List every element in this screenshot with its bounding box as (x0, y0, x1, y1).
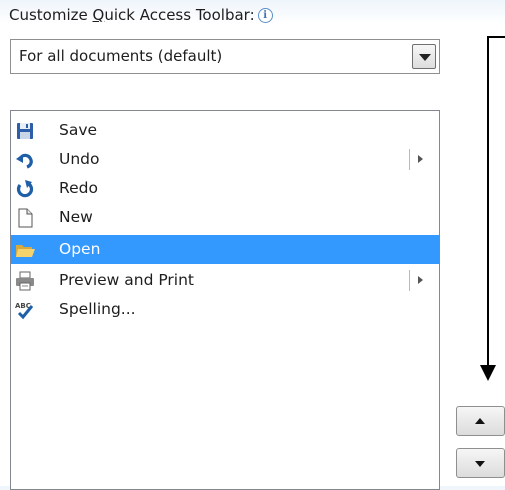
list-item-undo[interactable]: Undo (11, 145, 439, 174)
annotation-line-top (487, 36, 505, 38)
label-prefix: Customize (9, 6, 93, 24)
list-item-label: Undo (59, 150, 100, 168)
list-item-label: Preview and Print (59, 271, 195, 289)
move-up-button[interactable] (456, 406, 505, 436)
redo-icon (16, 180, 34, 198)
list-item-spelling[interactable]: ABC Spelling... (11, 295, 439, 324)
submenu-arrow-icon[interactable] (409, 149, 430, 170)
label-accelerator: Q (92, 6, 105, 24)
new-document-icon (18, 208, 33, 228)
annotation-arrow-line (487, 36, 489, 373)
toolbar-customize-label: Customize Quick Access Toolbar: i (9, 4, 273, 26)
spelling-icon: ABC (15, 302, 34, 320)
list-item-save[interactable]: Save (11, 116, 439, 145)
scope-dropdown-value: For all documents (default) (19, 47, 223, 65)
chevron-down-icon[interactable] (412, 44, 436, 69)
submenu-arrow-icon[interactable] (409, 270, 430, 291)
list-item-label: New (59, 208, 93, 226)
list-item-preview-and-print[interactable]: Preview and Print (11, 266, 439, 295)
list-item-label: Spelling... (59, 300, 136, 318)
open-folder-icon (16, 245, 35, 257)
list-item-new[interactable]: New (11, 203, 439, 232)
annotation-arrowhead (480, 365, 496, 381)
list-item-open[interactable]: Open (11, 235, 439, 264)
scope-dropdown[interactable]: For all documents (default) (10, 39, 440, 74)
toolbar-commands-list[interactable]: Save Undo Redo New Open Preview and Prin… (10, 110, 440, 490)
list-item-redo[interactable]: Redo (11, 174, 439, 203)
undo-icon (16, 153, 33, 169)
label-suffix: uick Access Toolbar: (104, 6, 255, 24)
list-item-label: Redo (59, 179, 98, 197)
save-icon (17, 123, 33, 139)
list-item-label: Open (59, 240, 101, 258)
info-icon[interactable]: i (257, 7, 273, 23)
list-item-label: Save (59, 121, 98, 139)
move-down-button[interactable] (456, 448, 505, 478)
print-icon (16, 271, 34, 291)
